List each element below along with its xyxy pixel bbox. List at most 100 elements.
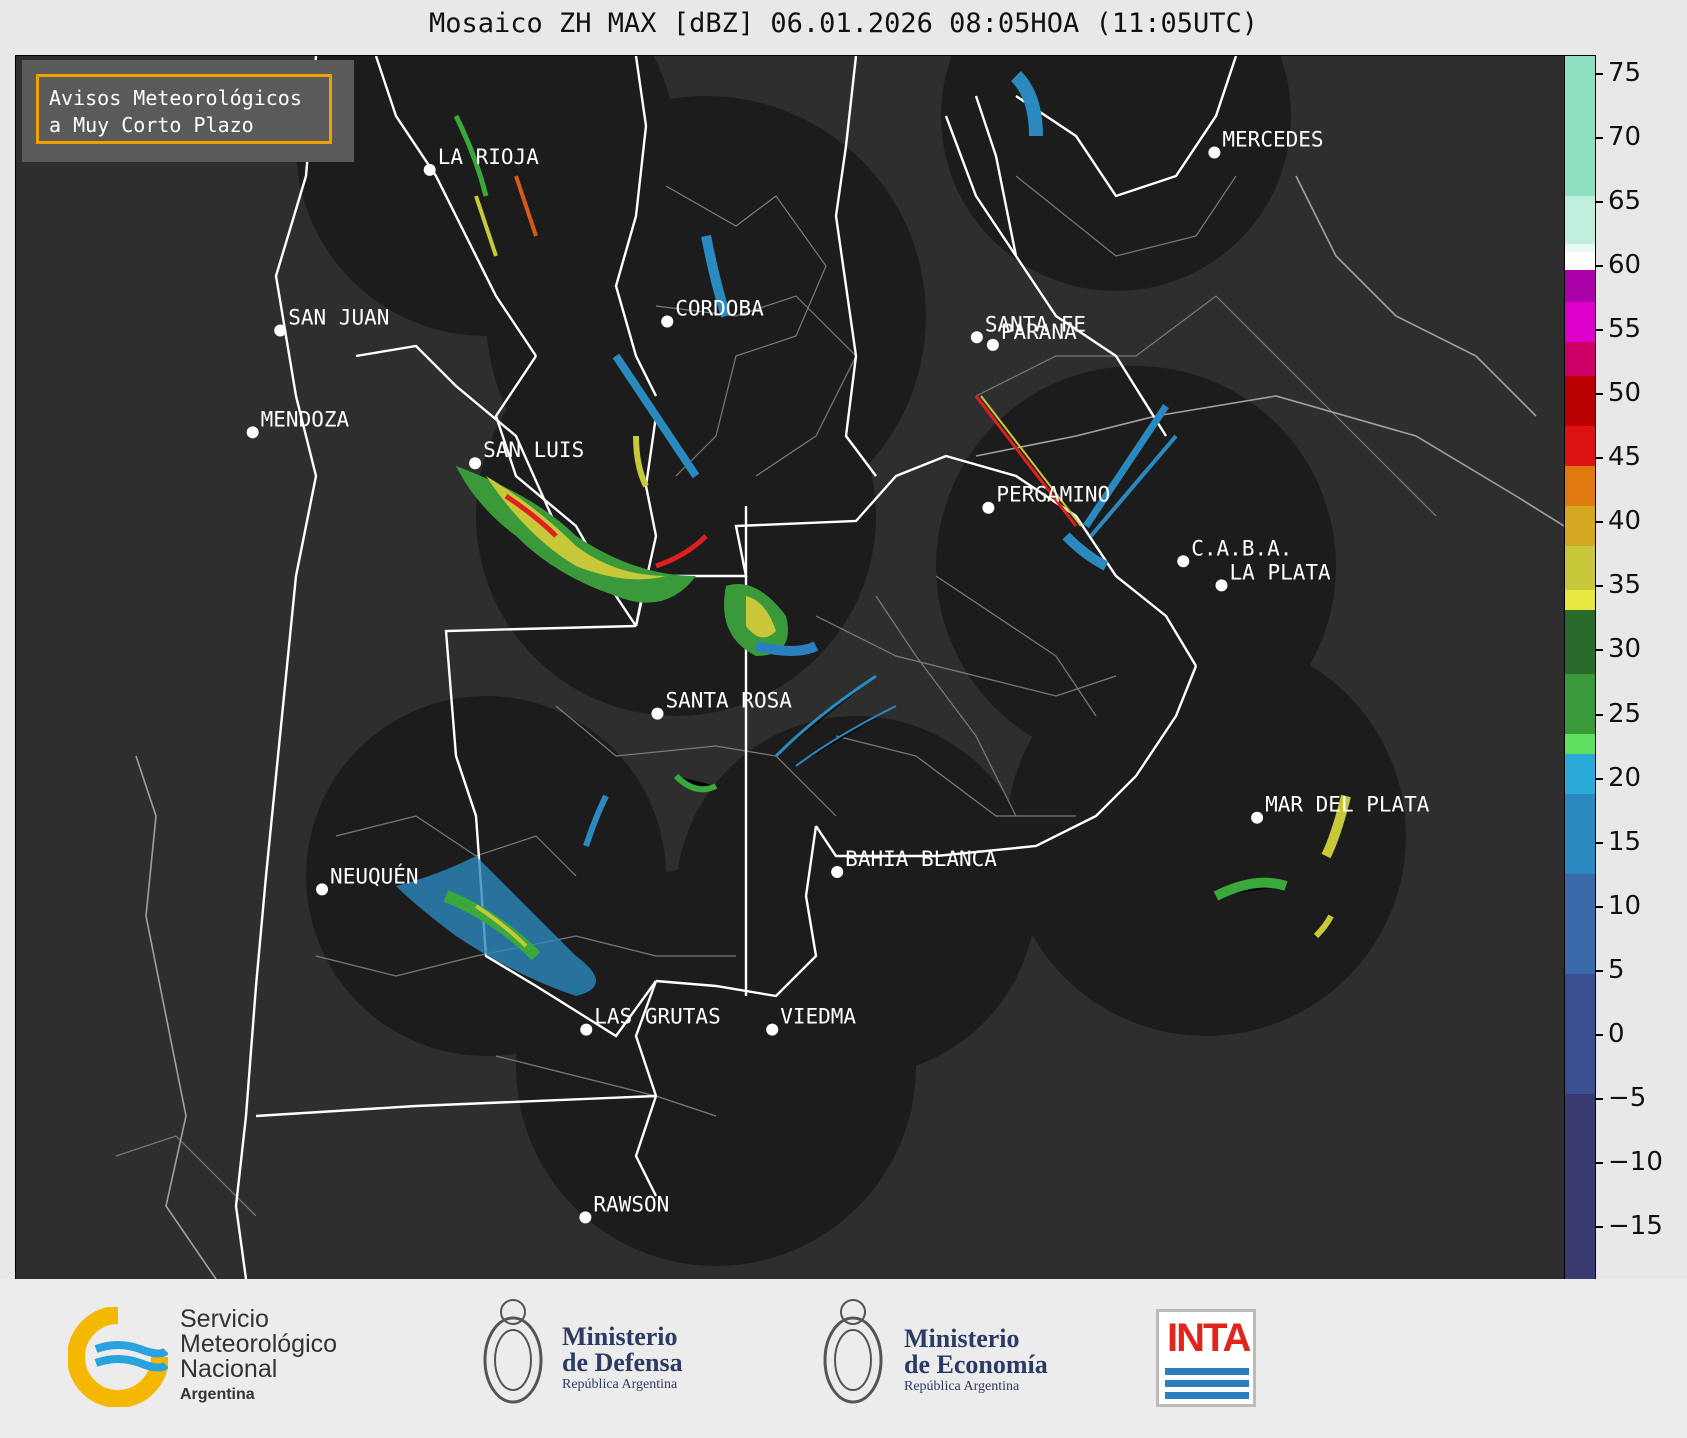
shield-icon bbox=[823, 1299, 883, 1404]
shield-icon bbox=[483, 1299, 543, 1404]
smn-line-4: Argentina bbox=[180, 1386, 255, 1403]
colorbar-tick bbox=[1595, 585, 1603, 588]
city-dot bbox=[651, 707, 664, 720]
smn-line-2: Meteorológico bbox=[180, 1330, 338, 1358]
city-label: MAR DEL PLATA bbox=[1265, 793, 1430, 817]
inta-logo: INTA bbox=[1156, 1309, 1256, 1407]
colorbar-tick-label: 40 bbox=[1608, 506, 1642, 537]
city-dot bbox=[1208, 146, 1221, 159]
colorbar-tick-label: −5 bbox=[1608, 1082, 1647, 1113]
city-dot bbox=[274, 324, 287, 337]
city-label: SAN JUAN bbox=[288, 306, 389, 330]
colorbar-tick bbox=[1595, 201, 1603, 204]
colorbar-tick bbox=[1595, 329, 1603, 332]
notice-line-1: Avisos Meteorológicos bbox=[49, 86, 302, 110]
smn-line-1: Servicio bbox=[180, 1305, 269, 1333]
colorbar-tick-label: 75 bbox=[1608, 58, 1642, 89]
colorbar-tick-label: 70 bbox=[1608, 122, 1642, 153]
city-label: LAS GRUTAS bbox=[594, 1005, 720, 1029]
colorbar-tick bbox=[1595, 713, 1603, 716]
colorbar-tick bbox=[1595, 1161, 1603, 1164]
colorbar-tick bbox=[1595, 1033, 1603, 1036]
colorbar-tick-label: 45 bbox=[1608, 442, 1642, 473]
city-dot bbox=[579, 1211, 592, 1224]
colorbar-tick bbox=[1595, 521, 1603, 524]
colorbar-tick bbox=[1595, 1225, 1603, 1228]
city-label: RAWSON bbox=[593, 1192, 669, 1216]
city-dot bbox=[766, 1023, 779, 1036]
ministerio-economia-logo: Ministerio de Economía República Argenti… bbox=[904, 1326, 1048, 1396]
city-label: SANTA ROSA bbox=[665, 689, 792, 713]
city-dot bbox=[423, 163, 436, 176]
economia-line-1: Ministerio bbox=[904, 1324, 1020, 1353]
city-dot bbox=[469, 457, 482, 470]
colorbar-tick-label: 25 bbox=[1608, 698, 1642, 729]
city-dot bbox=[1251, 811, 1264, 824]
city-label: MENDOZA bbox=[261, 407, 350, 431]
colorbar-tick-label: 65 bbox=[1608, 186, 1642, 217]
map-title: Mosaico ZH MAX [dBZ] 06.01.2026 08:05HOA… bbox=[428, 8, 1259, 39]
smn-emblem-icon bbox=[67, 1306, 169, 1408]
ministerio-defensa-logo: Ministerio de Defensa República Argentin… bbox=[562, 1324, 683, 1394]
inta-label: INTA bbox=[1167, 1316, 1251, 1360]
city-label: VIEDMA bbox=[780, 1005, 856, 1029]
notice-label[interactable]: Avisos Meteorológicos a Muy Corto Plazo bbox=[36, 74, 332, 144]
colorbar-tick bbox=[1595, 73, 1603, 76]
city-label: C.A.B.A. bbox=[1191, 536, 1292, 560]
city-dot bbox=[580, 1023, 593, 1036]
colorbar-tick-label: −15 bbox=[1608, 1210, 1663, 1241]
radar-map[interactable]: LA RIOJA SAN JUAN CORDOBA SANTA FE PARANA MER… bbox=[15, 55, 1565, 1280]
city-label: LA PLATA bbox=[1230, 560, 1332, 584]
city-label: BAHIA BLANCA bbox=[845, 847, 997, 871]
colorbar-tick-label: −10 bbox=[1608, 1146, 1663, 1177]
colorbar-tick bbox=[1595, 1097, 1603, 1100]
colorbar-tick bbox=[1595, 265, 1603, 268]
city-dot bbox=[982, 501, 995, 514]
colorbar-tick-label: 0 bbox=[1608, 1018, 1625, 1049]
city-label: NEUQUÉN bbox=[330, 863, 419, 888]
colorbar bbox=[1564, 55, 1596, 1280]
colorbar-tick-label: 55 bbox=[1608, 314, 1642, 345]
colorbar-tick-label: 20 bbox=[1608, 762, 1642, 793]
city-dot bbox=[986, 338, 999, 351]
colorbar-tick bbox=[1595, 841, 1603, 844]
colorbar-tick bbox=[1595, 457, 1603, 460]
smn-logo: Servicio Meteorológico Nacional Argentin… bbox=[67, 1305, 388, 1408]
smn-line-3: Nacional bbox=[180, 1355, 278, 1383]
colorbar-tick bbox=[1595, 969, 1603, 972]
colorbar-gradient bbox=[1565, 56, 1595, 1279]
economia-line-2: de Economía bbox=[904, 1350, 1048, 1379]
colorbar-tick-label: 5 bbox=[1608, 954, 1625, 985]
city-dot bbox=[316, 883, 329, 896]
radar-coverage bbox=[296, 56, 1406, 1266]
colorbar-tick-label: 30 bbox=[1608, 634, 1642, 665]
colorbar-tick bbox=[1595, 649, 1603, 652]
colorbar-tick bbox=[1595, 905, 1603, 908]
colorbar-tick bbox=[1595, 777, 1603, 780]
city-dot bbox=[970, 331, 983, 344]
colorbar-tick bbox=[1595, 137, 1603, 140]
city-label: PARANA bbox=[1001, 320, 1077, 344]
city-label: CORDOBA bbox=[675, 296, 764, 320]
colorbar-ticks: 75 70 65 60 55 50 45 40 35 30 25 20 15 10 5 0 −5 −10 −15 bbox=[1595, 55, 1687, 1278]
city-label: LA RIOJA bbox=[438, 145, 540, 169]
city-label: MERCEDES bbox=[1222, 128, 1323, 152]
colorbar-tick bbox=[1595, 393, 1603, 396]
defensa-line-1: Ministerio bbox=[562, 1322, 678, 1351]
map-canvas: LA RIOJASAN JUAN CORDOBASANTA FEPARANAMER… bbox=[115, 56, 1564, 1279]
colorbar-tick-label: 10 bbox=[1608, 890, 1642, 921]
city-dot bbox=[831, 865, 844, 878]
city-dot bbox=[1215, 579, 1228, 592]
notice-line-2: a Muy Corto Plazo bbox=[49, 113, 254, 137]
city-label: SAN LUIS bbox=[483, 438, 584, 462]
economia-line-3: República Argentina bbox=[904, 1379, 1020, 1394]
inta-stripes-icon bbox=[1165, 1368, 1249, 1399]
defensa-line-2: de Defensa bbox=[562, 1348, 683, 1377]
city-dot bbox=[661, 315, 674, 328]
colorbar-tick-label: 35 bbox=[1608, 570, 1642, 601]
city-dot bbox=[246, 426, 259, 439]
city-dot bbox=[1177, 555, 1190, 568]
colorbar-tick-label: 15 bbox=[1608, 826, 1642, 857]
colorbar-tick-label: 60 bbox=[1608, 250, 1642, 281]
city-label: PERGAMINO bbox=[996, 483, 1110, 507]
